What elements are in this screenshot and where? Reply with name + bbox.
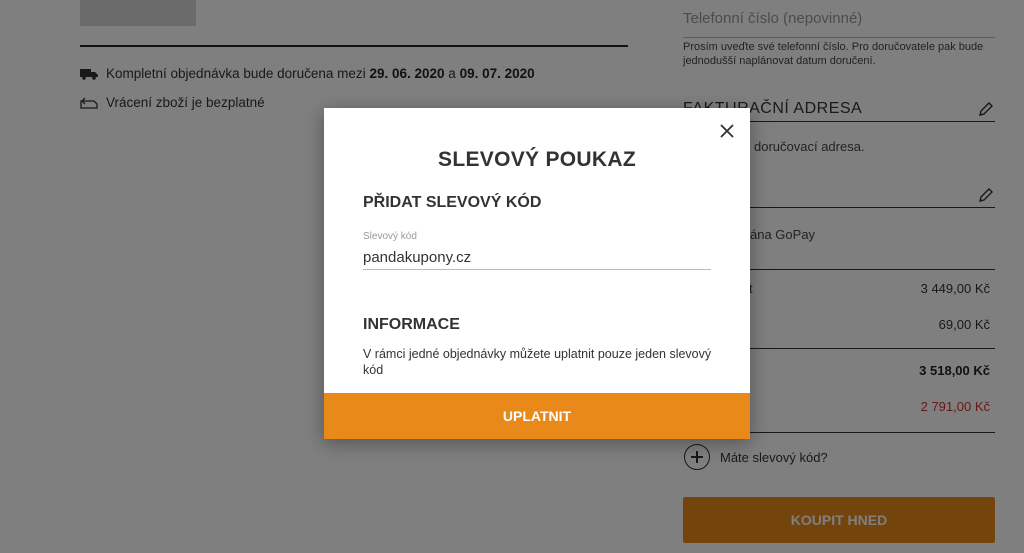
info-title: INFORMACE: [363, 316, 460, 333]
apply-button[interactable]: UPLATNIT: [324, 393, 750, 439]
discount-code-label: Slevový kód: [363, 231, 417, 242]
modal-subtitle: PŘIDAT SLEVOVÝ KÓD: [363, 194, 542, 211]
discount-code-input[interactable]: [363, 245, 711, 270]
modal-title: SLEVOVÝ POUKAZ: [438, 148, 636, 171]
info-text: V rámci jedné objednávky můžete uplatnit…: [363, 347, 712, 377]
discount-voucher-modal: SLEVOVÝ POUKAZ PŘIDAT SLEVOVÝ KÓD Slevov…: [324, 108, 750, 439]
close-icon[interactable]: [720, 124, 734, 138]
